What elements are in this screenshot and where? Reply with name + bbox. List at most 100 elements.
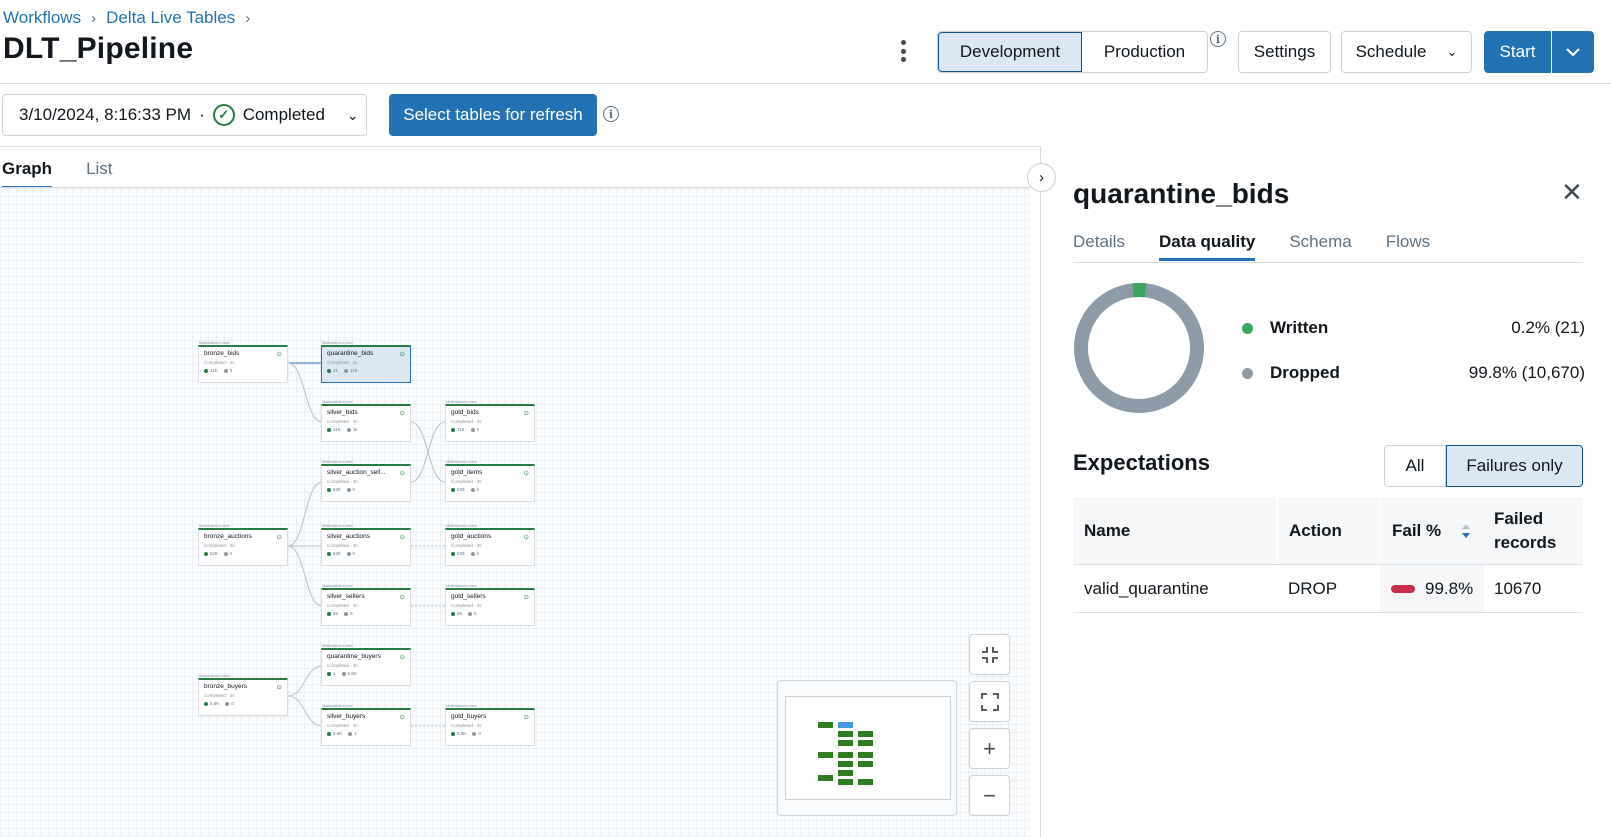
- graph-node[interactable]: Materialized view gold_bids ⊙ Completed ·…: [445, 399, 535, 442]
- toolbar-divider: [0, 146, 1040, 147]
- select-tables-refresh-button[interactable]: Select tables for refresh: [389, 94, 597, 136]
- node-caption: Materialized view: [446, 459, 477, 464]
- donut-dropped-arc: [1074, 283, 1204, 413]
- zoom-out-icon[interactable]: −: [969, 775, 1010, 816]
- node-metric-dropped: 0: [476, 551, 480, 556]
- node-metric-dropped: 0: [229, 368, 233, 373]
- zoom-in-icon[interactable]: +: [969, 728, 1010, 769]
- node-name: silver_auctions: [327, 533, 370, 540]
- node-metric-dropped: 1: [354, 731, 357, 736]
- settings-button[interactable]: Settings: [1238, 31, 1331, 73]
- node-metric-dropped: 0: [478, 731, 481, 736]
- graph-node[interactable]: Materialized view bronze_auctions ⊙ Compl…: [198, 523, 288, 566]
- kebab-menu-icon[interactable]: [897, 40, 909, 62]
- start-button[interactable]: Start: [1484, 31, 1551, 73]
- legend-label: Written: [1270, 318, 1329, 337]
- node-name: bronze_bids: [204, 350, 240, 357]
- tab-details[interactable]: Details: [1073, 232, 1125, 261]
- graph-node[interactable]: Materialized view silver_bids ⊙ Completed…: [321, 399, 411, 442]
- node-caption: Materialized view: [446, 523, 477, 528]
- tab-schema[interactable]: Schema: [1289, 232, 1351, 261]
- legend-dropped: Dropped 99.8% (10,670): [1242, 363, 1585, 383]
- node-caption: Materialized view: [322, 583, 353, 588]
- node-metric-written: 5.6K: [457, 731, 467, 736]
- column-header-failed-records[interactable]: Failed records: [1484, 497, 1583, 564]
- tab-flows[interactable]: Flows: [1386, 232, 1430, 261]
- schedule-label: Schedule: [1355, 42, 1427, 61]
- graph-node[interactable]: Materialized view silver_sellers ⊙ Comple…: [321, 583, 411, 626]
- node-status: Completed · 3s: [451, 543, 482, 548]
- schedule-button[interactable]: Schedule ⌄: [1341, 31, 1472, 73]
- expectations-heading: Expectations: [1073, 450, 1210, 475]
- breadcrumb-workflows-link[interactable]: Workflows: [3, 8, 81, 28]
- node-name: quarantine_bids: [327, 350, 374, 357]
- cell-action: DROP: [1288, 578, 1338, 598]
- graph-node[interactable]: Materialized view gold_items ⊙ Completed …: [445, 459, 535, 502]
- info-icon[interactable]: i: [1210, 31, 1226, 47]
- graph-node[interactable]: Materialized view gold_sellers ⊙ Complete…: [445, 583, 535, 626]
- node-metric-written: 11K: [210, 368, 218, 373]
- info-icon[interactable]: i: [603, 106, 619, 122]
- start-dropdown-button[interactable]: [1552, 31, 1594, 73]
- node-metric-written: 85: [457, 611, 463, 616]
- check-circle-icon: ✓: [212, 104, 235, 126]
- graph-node[interactable]: Materialized view quarantine_buyers ⊙ Com…: [321, 643, 411, 686]
- column-header-fail-pct[interactable]: Fail %: [1380, 497, 1484, 564]
- filter-failures-only-button[interactable]: Failures only: [1446, 445, 1583, 487]
- node-caption: Materialized view: [322, 703, 353, 708]
- chevron-down-icon: [1566, 47, 1580, 56]
- production-mode-button[interactable]: Production: [1082, 32, 1207, 72]
- node-metric-written: 628: [457, 487, 465, 492]
- node-name: gold_bids: [451, 409, 479, 416]
- run-timestamp: 3/10/2024, 8:16:33 PM: [19, 105, 192, 124]
- run-selector[interactable]: 3/10/2024, 8:16:33 PM · ✓ Completed ⌄: [2, 94, 367, 136]
- table-row[interactable]: valid_quarantine DROP 99.8% 10670: [1073, 565, 1583, 613]
- column-header-name[interactable]: Name: [1073, 497, 1277, 564]
- node-metric-dropped: 0: [229, 551, 233, 556]
- node-name: gold_items: [451, 469, 483, 476]
- view-tabs: Graph List: [2, 159, 113, 189]
- node-metric-dropped: 0: [476, 487, 480, 492]
- graph-node[interactable]: Materialized view silver_buyers ⊙ Complet…: [321, 703, 411, 746]
- graph-node[interactable]: Materialized view bronze_buyers ⊙ Complet…: [198, 673, 288, 716]
- graph-node[interactable]: Materialized view bronze_bids ⊙ Completed…: [198, 340, 288, 383]
- panel-divider: [1040, 146, 1041, 837]
- sort-icon: [1462, 523, 1471, 538]
- breadcrumb-dlt-link[interactable]: Delta Live Tables: [106, 8, 235, 28]
- node-status: Completed · 3s: [327, 603, 358, 608]
- tab-list[interactable]: List: [86, 159, 112, 189]
- node-status: Completed · 3s: [204, 693, 235, 698]
- graph-minimap[interactable]: [777, 680, 957, 816]
- chevron-right-icon: ›: [91, 9, 97, 27]
- close-icon[interactable]: ✕: [1561, 177, 1583, 208]
- fullscreen-icon[interactable]: [969, 681, 1010, 722]
- graph-node-selected[interactable]: Materialized view quarantine_bids ⊙ Compl…: [321, 340, 411, 383]
- fit-view-icon[interactable]: [969, 634, 1010, 675]
- node-name: bronze_auctions: [204, 533, 252, 540]
- node-metric-written: 11K: [457, 427, 465, 432]
- filter-all-button[interactable]: All: [1384, 445, 1446, 487]
- graph-node[interactable]: Materialized view silver_auctions ⊙ Compl…: [321, 523, 411, 566]
- tab-graph[interactable]: Graph: [2, 159, 53, 189]
- tab-data-quality[interactable]: Data quality: [1158, 232, 1256, 261]
- node-status: Completed · 3s: [327, 723, 358, 728]
- legend-value: 99.8% (10,670): [1468, 363, 1585, 382]
- node-status: Completed · 3s: [204, 360, 235, 365]
- graph-node[interactable]: Materialized view gold_auctions ⊙ Complet…: [445, 523, 535, 566]
- node-status: Completed · 3s: [451, 723, 482, 728]
- legend-value: 0.2% (21): [1511, 318, 1585, 337]
- panel-tabs-divider: [1073, 262, 1583, 263]
- chevron-right-icon[interactable]: ›: [1027, 163, 1056, 192]
- fail-bar-icon: [1391, 584, 1415, 593]
- node-metric-dropped: 0: [231, 701, 234, 706]
- node-metric-written: 5.6K: [210, 701, 220, 706]
- node-caption: Materialized view: [322, 459, 353, 464]
- node-metric-dropped: 0: [352, 551, 356, 556]
- node-caption: Materialized view: [446, 399, 477, 404]
- column-header-action[interactable]: Action: [1277, 497, 1380, 564]
- cell-fail-pct: 99.8%: [1380, 565, 1484, 612]
- graph-node[interactable]: Materialized view silver_auction_sell...…: [321, 459, 411, 502]
- development-mode-button[interactable]: Development: [938, 32, 1082, 72]
- graph-node[interactable]: Materialized view gold_buyers ⊙ Completed…: [445, 703, 535, 746]
- node-metric-written: 11K: [333, 427, 341, 432]
